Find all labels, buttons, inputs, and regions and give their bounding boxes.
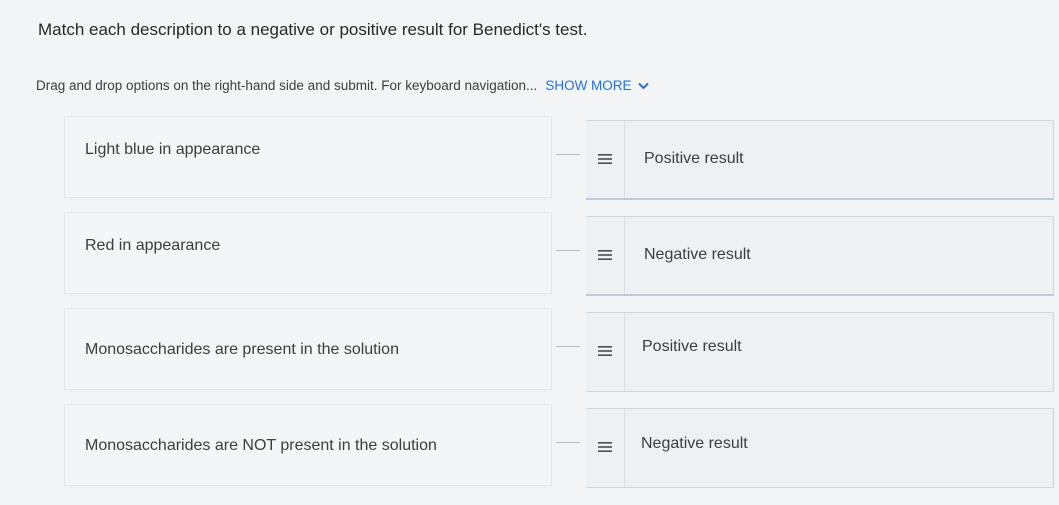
- prompt-box: Monosaccharides are present in the solut…: [64, 308, 552, 390]
- handle-divider: [624, 409, 625, 487]
- answer-option[interactable]: Negative result: [586, 408, 1054, 488]
- drag-handle-icon[interactable]: [592, 243, 618, 267]
- prompt-box: Red in appearance: [64, 212, 552, 294]
- prompt-text: Light blue in appearance: [85, 141, 261, 158]
- drag-handle-icon[interactable]: [592, 339, 618, 363]
- match-row: Monosaccharides are NOT present in the s…: [0, 404, 1059, 488]
- connector-line: [556, 250, 580, 251]
- answer-label: Positive result: [642, 338, 742, 355]
- answer-option[interactable]: Positive result: [586, 120, 1054, 200]
- answer-label: Positive result: [644, 150, 744, 167]
- connector-line: [556, 442, 580, 443]
- handle-divider: [624, 121, 625, 198]
- prompt-text: Red in appearance: [85, 237, 221, 254]
- instructions: Drag and drop options on the right-hand …: [36, 78, 649, 93]
- show-more-label: SHOW MORE: [545, 78, 632, 93]
- prompt-box: Monosaccharides are NOT present in the s…: [64, 404, 552, 486]
- drag-handle-icon[interactable]: [592, 435, 618, 459]
- connector-line: [556, 346, 580, 347]
- match-row: Monosaccharides are present in the solut…: [0, 308, 1059, 392]
- prompt-box: Light blue in appearance: [64, 116, 552, 198]
- match-row: Light blue in appearance Positive result: [0, 116, 1059, 200]
- handle-divider: [624, 217, 625, 294]
- answer-option[interactable]: Positive result: [586, 312, 1054, 392]
- connector-line: [556, 154, 580, 155]
- question-text: Match each description to a negative or …: [38, 20, 588, 39]
- show-more-button[interactable]: SHOW MORE: [545, 78, 649, 93]
- answer-label: Negative result: [641, 435, 748, 452]
- answer-label: Negative result: [644, 246, 751, 263]
- prompt-text: Monosaccharides are NOT present in the s…: [85, 437, 437, 454]
- match-row: Red in appearance Negative result: [0, 212, 1059, 296]
- answer-option[interactable]: Negative result: [586, 216, 1054, 296]
- prompt-text: Monosaccharides are present in the solut…: [85, 341, 399, 358]
- handle-divider: [624, 313, 625, 391]
- chevron-down-icon: [637, 82, 649, 89]
- drag-handle-icon[interactable]: [592, 147, 618, 171]
- instructions-text: Drag and drop options on the right-hand …: [36, 78, 538, 93]
